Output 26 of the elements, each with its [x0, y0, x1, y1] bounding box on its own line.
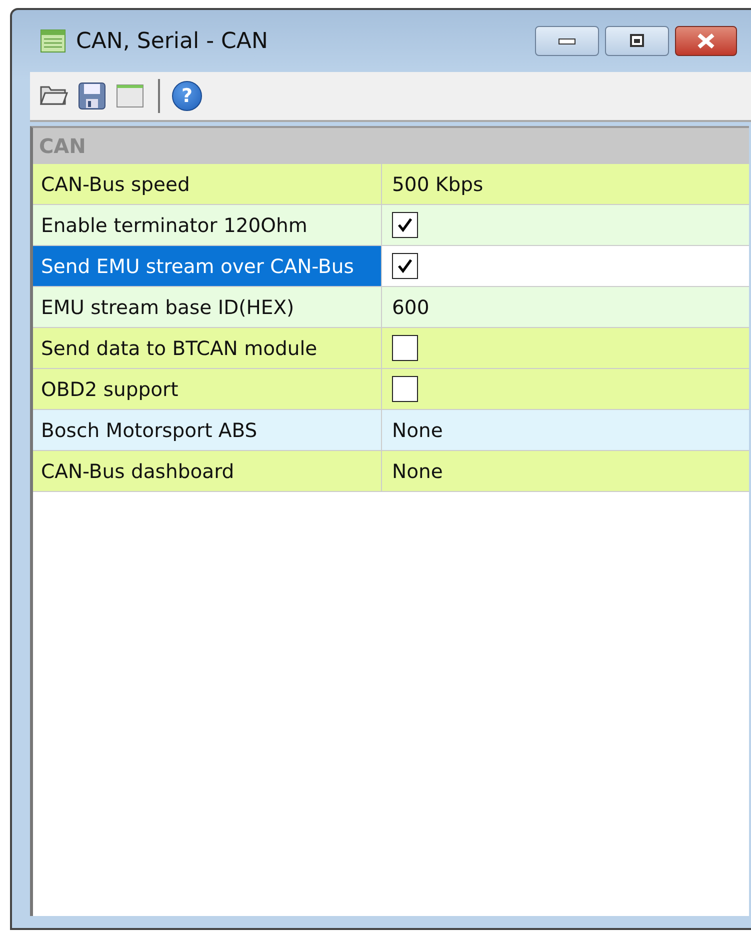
property-label[interactable]: Send data to BTCAN module	[33, 328, 382, 368]
property-value[interactable]: 600	[382, 287, 749, 327]
close-button[interactable]	[675, 26, 737, 56]
checkbox[interactable]	[392, 253, 418, 279]
window-title: CAN, Serial - CAN	[76, 28, 269, 54]
property-label[interactable]: Send EMU stream over CAN-Bus	[33, 246, 382, 286]
table-icon	[40, 29, 66, 53]
property-label[interactable]: EMU stream base ID(HEX)	[33, 287, 382, 327]
checkbox[interactable]	[392, 212, 418, 238]
property-label[interactable]: Bosch Motorsport ABS	[33, 410, 382, 450]
property-label[interactable]: Enable terminator 120Ohm	[33, 205, 382, 245]
property-value[interactable]: None	[382, 410, 749, 450]
property-label[interactable]: CAN-Bus dashboard	[33, 451, 382, 491]
checkbox[interactable]	[392, 376, 418, 402]
property-label[interactable]: OBD2 support	[33, 369, 382, 409]
minimize-button[interactable]	[535, 26, 599, 56]
save-button[interactable]	[76, 80, 108, 112]
maximize-icon	[627, 33, 647, 49]
checkbox[interactable]	[392, 335, 418, 361]
property-value[interactable]: None	[382, 451, 749, 491]
maximize-button[interactable]	[605, 26, 669, 56]
save-icon	[77, 81, 107, 111]
minimize-icon	[557, 36, 577, 46]
property-value[interactable]: 500 Kbps	[382, 164, 749, 204]
property-label[interactable]: CAN-Bus speed	[33, 164, 382, 204]
category-header: CAN	[33, 128, 749, 164]
